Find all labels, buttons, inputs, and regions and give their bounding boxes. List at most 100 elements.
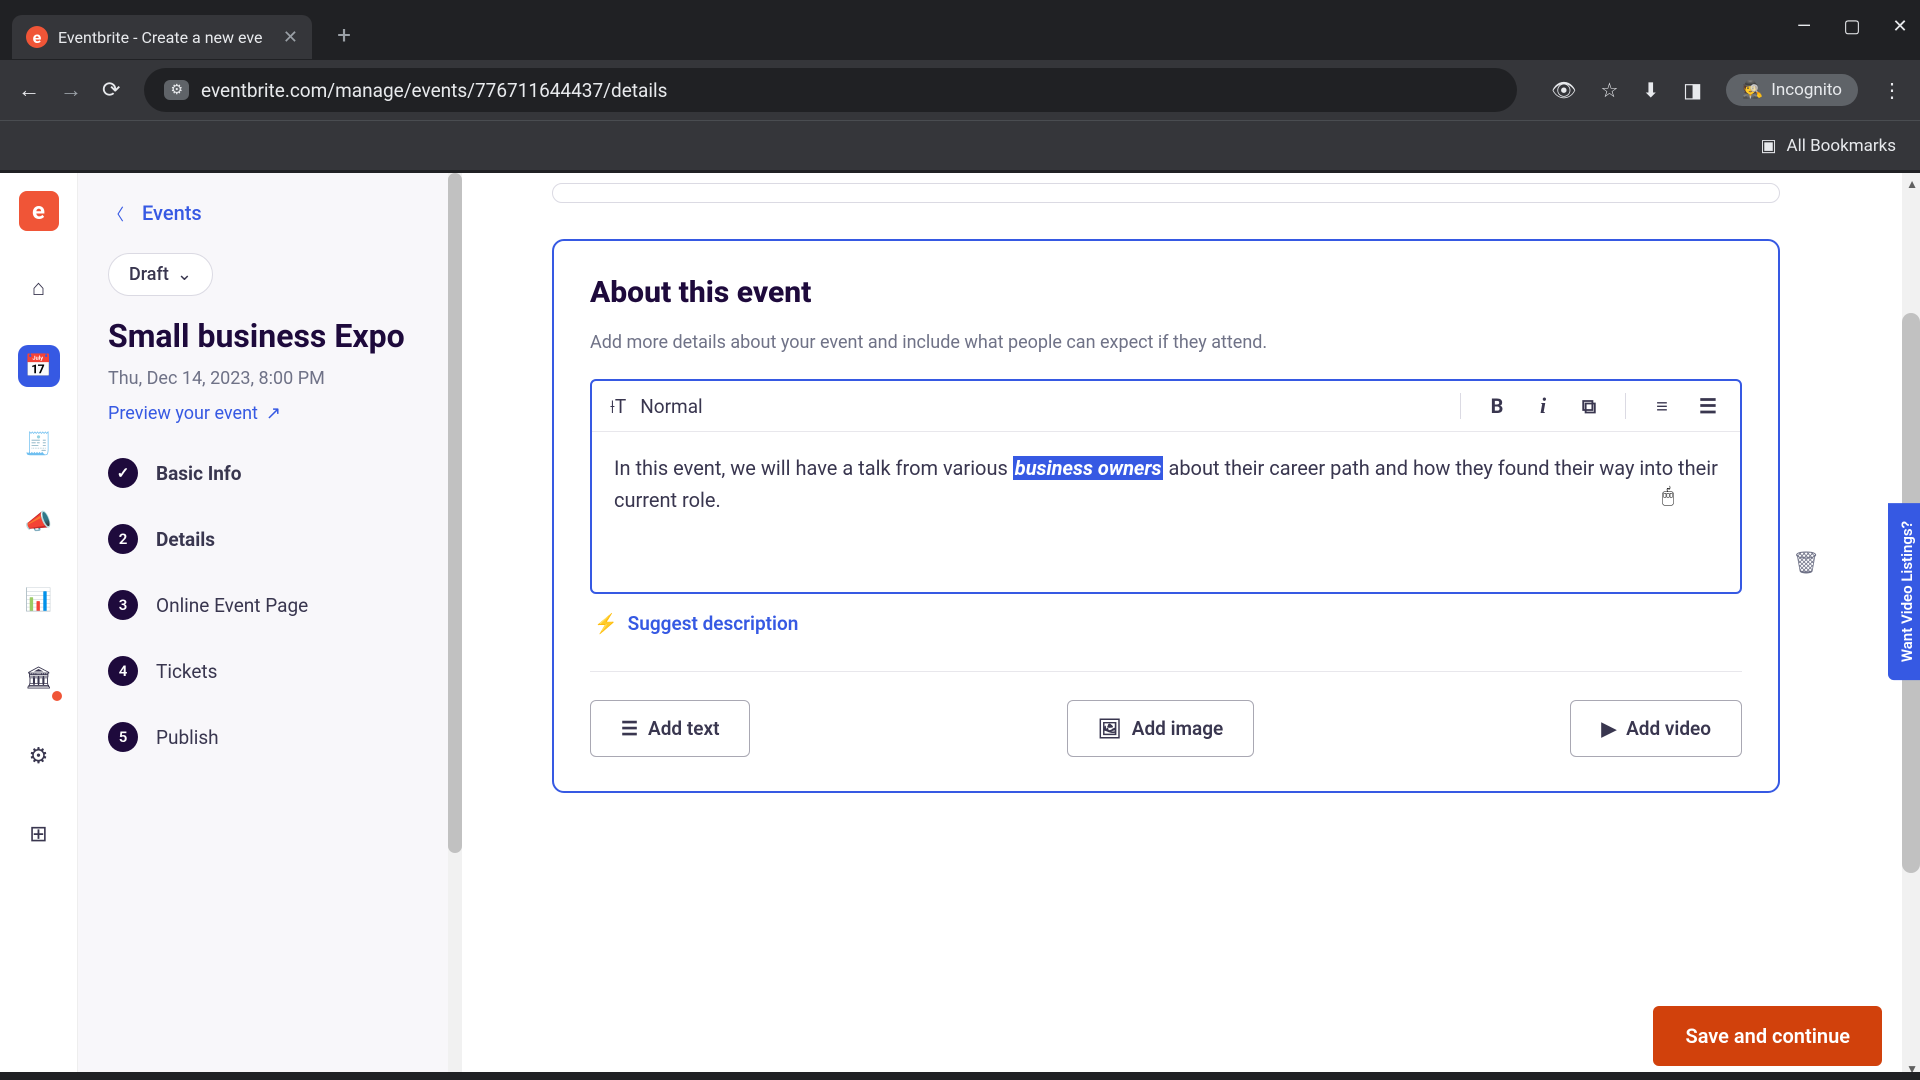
rich-text-editor: ⟊T Normal B i ⧉ ≡ ☰ In this event, we wi… (590, 379, 1742, 594)
step-publish[interactable]: 5 Publish (108, 722, 432, 752)
eventbrite-favicon: e (26, 26, 48, 48)
preview-event-link[interactable]: Preview your event ↗ (108, 403, 432, 424)
step-details[interactable]: 2 Details (108, 524, 432, 554)
external-link-icon: ↗ (266, 403, 281, 424)
eye-off-icon[interactable]: 👁 (1551, 78, 1576, 102)
minimize-icon[interactable]: — (1794, 16, 1814, 37)
browser-tab[interactable]: e Eventbrite - Create a new eve ✕ (12, 15, 312, 59)
bold-button[interactable]: B (1483, 394, 1511, 418)
steps-list: ✓ Basic Info 2 Details 3 Online Event Pa… (108, 458, 432, 752)
calendar-icon[interactable]: 📅 (18, 345, 60, 387)
notification-dot (52, 691, 62, 701)
previous-card-edge (552, 183, 1780, 203)
events-back-link[interactable]: 〈 Events (108, 201, 432, 225)
forward-icon[interactable]: → (60, 77, 82, 103)
step-label: Online Event Page (156, 594, 308, 617)
sidebar: 〈 Events Draft ⌄ Small business Expo Thu… (78, 173, 462, 1080)
reload-icon[interactable]: ⟳ (102, 78, 120, 103)
settings-icon[interactable]: ⚙ (18, 735, 60, 777)
download-icon[interactable]: ⬇ (1642, 78, 1659, 102)
finance-icon[interactable]: 🏛 (18, 657, 60, 699)
toolbar-separator (1625, 393, 1626, 419)
site-info-icon[interactable]: ⚙ (164, 80, 189, 100)
format-label: Normal (640, 395, 702, 418)
incognito-label: Incognito (1771, 80, 1842, 100)
add-text-label: Add text (648, 717, 719, 740)
status-dropdown[interactable]: Draft ⌄ (108, 253, 213, 296)
text-selection: business owners (1013, 456, 1164, 480)
maximize-icon[interactable]: ▢ (1842, 16, 1862, 37)
unordered-list-button[interactable]: ☰ (1694, 394, 1722, 418)
home-icon[interactable]: ⌂ (18, 267, 60, 309)
url-bar: ← → ⟳ ⚙ eventbrite.com/manage/events/776… (0, 60, 1920, 120)
about-title: About this event (590, 275, 1742, 310)
save-continue-button[interactable]: Save and continue (1653, 1006, 1882, 1066)
browser-chrome: e Eventbrite - Create a new eve ✕ + — ▢ … (0, 0, 1920, 173)
back-icon[interactable]: ← (18, 77, 40, 103)
url-text: eventbrite.com/manage/events/77671164443… (201, 79, 667, 102)
step-basic-info[interactable]: ✓ Basic Info (108, 458, 432, 488)
orders-icon[interactable]: 🧾 (18, 423, 60, 465)
close-tab-icon[interactable]: ✕ (283, 27, 298, 48)
event-title: Small business Expo (108, 316, 432, 356)
add-video-label: Add video (1626, 717, 1711, 740)
tab-title: Eventbrite - Create a new eve (58, 28, 273, 47)
preview-label: Preview your event (108, 403, 258, 424)
format-dropdown[interactable]: ⟊T Normal (610, 395, 703, 418)
step-tickets[interactable]: 4 Tickets (108, 656, 432, 686)
editor-toolbar: ⟊T Normal B i ⧉ ≡ ☰ (592, 381, 1740, 432)
about-subtitle: Add more details about your event and in… (590, 332, 1742, 353)
footer-bar: Save and continue (462, 1006, 1920, 1066)
address-actions: 👁 ☆ ⬇ ◨ 🕵 Incognito ⋮ (1551, 74, 1902, 106)
bookmark-bar: ▣ All Bookmarks (0, 120, 1920, 170)
suggest-description-button[interactable]: ⚡ Suggest description (590, 612, 1742, 635)
megaphone-icon[interactable]: 📣 (18, 501, 60, 543)
address-bar[interactable]: ⚙ eventbrite.com/manage/events/776711644… (144, 68, 1517, 112)
text-format-icon: ⟊T (610, 395, 626, 418)
all-bookmarks-link[interactable]: All Bookmarks (1787, 136, 1896, 156)
add-image-button[interactable]: 🖼 Add image (1067, 700, 1255, 757)
step-number: 2 (108, 524, 138, 554)
sidepanel-icon[interactable]: ◨ (1683, 78, 1702, 102)
add-video-button[interactable]: ▶ Add video (1570, 700, 1742, 757)
chevron-down-icon: ⌄ (177, 264, 192, 285)
icon-rail: e ⌂ 📅 🧾 📣 📊 🏛 ⚙ ⊞ (0, 173, 78, 1080)
folder-icon: ▣ (1760, 136, 1776, 156)
link-button[interactable]: ⧉ (1575, 394, 1603, 418)
add-content-row: ☰ Add text 🖼 Add image ▶ Add video (590, 700, 1742, 757)
events-link-label: Events (142, 201, 202, 225)
divider (590, 671, 1742, 672)
editor-textarea[interactable]: In this event, we will have a talk from … (592, 432, 1740, 592)
step-label: Tickets (156, 660, 217, 683)
star-icon[interactable]: ☆ (1600, 78, 1618, 102)
close-window-icon[interactable]: ✕ (1890, 16, 1910, 37)
kebab-menu-icon[interactable]: ⋮ (1882, 78, 1902, 102)
text-before: In this event, we will have a talk from … (614, 456, 1013, 480)
incognito-icon: 🕵 (1742, 80, 1763, 100)
scroll-up-icon[interactable]: ▲ (1906, 177, 1918, 191)
reports-icon[interactable]: 📊 (18, 579, 60, 621)
step-label: Basic Info (156, 462, 241, 485)
incognito-chip[interactable]: 🕵 Incognito (1726, 74, 1858, 106)
step-label: Details (156, 528, 215, 551)
video-listings-tab[interactable]: Want Video Listings? (1888, 503, 1920, 680)
video-icon: ▶ (1601, 717, 1616, 740)
suggest-label: Suggest description (628, 612, 799, 635)
nav-buttons: ← → ⟳ (18, 77, 120, 103)
step-label: Publish (156, 726, 219, 749)
lightning-icon: ⚡ (594, 612, 618, 635)
step-online-event-page[interactable]: 3 Online Event Page (108, 590, 432, 620)
apps-icon[interactable]: ⊞ (18, 813, 60, 855)
chevron-left-icon: 〈 (108, 201, 124, 225)
sidebar-scrollbar-thumb[interactable] (448, 173, 462, 853)
eventbrite-logo[interactable]: e (19, 191, 59, 231)
new-tab-button[interactable]: + (326, 17, 362, 53)
step-number: 5 (108, 722, 138, 752)
event-date: Thu, Dec 14, 2023, 8:00 PM (108, 368, 432, 389)
trash-icon[interactable]: 🗑 (1792, 551, 1820, 576)
taskbar (0, 1072, 1920, 1080)
toolbar-separator (1460, 393, 1461, 419)
ordered-list-button[interactable]: ≡ (1648, 394, 1676, 419)
italic-button[interactable]: i (1529, 393, 1557, 419)
add-text-button[interactable]: ☰ Add text (590, 700, 750, 757)
